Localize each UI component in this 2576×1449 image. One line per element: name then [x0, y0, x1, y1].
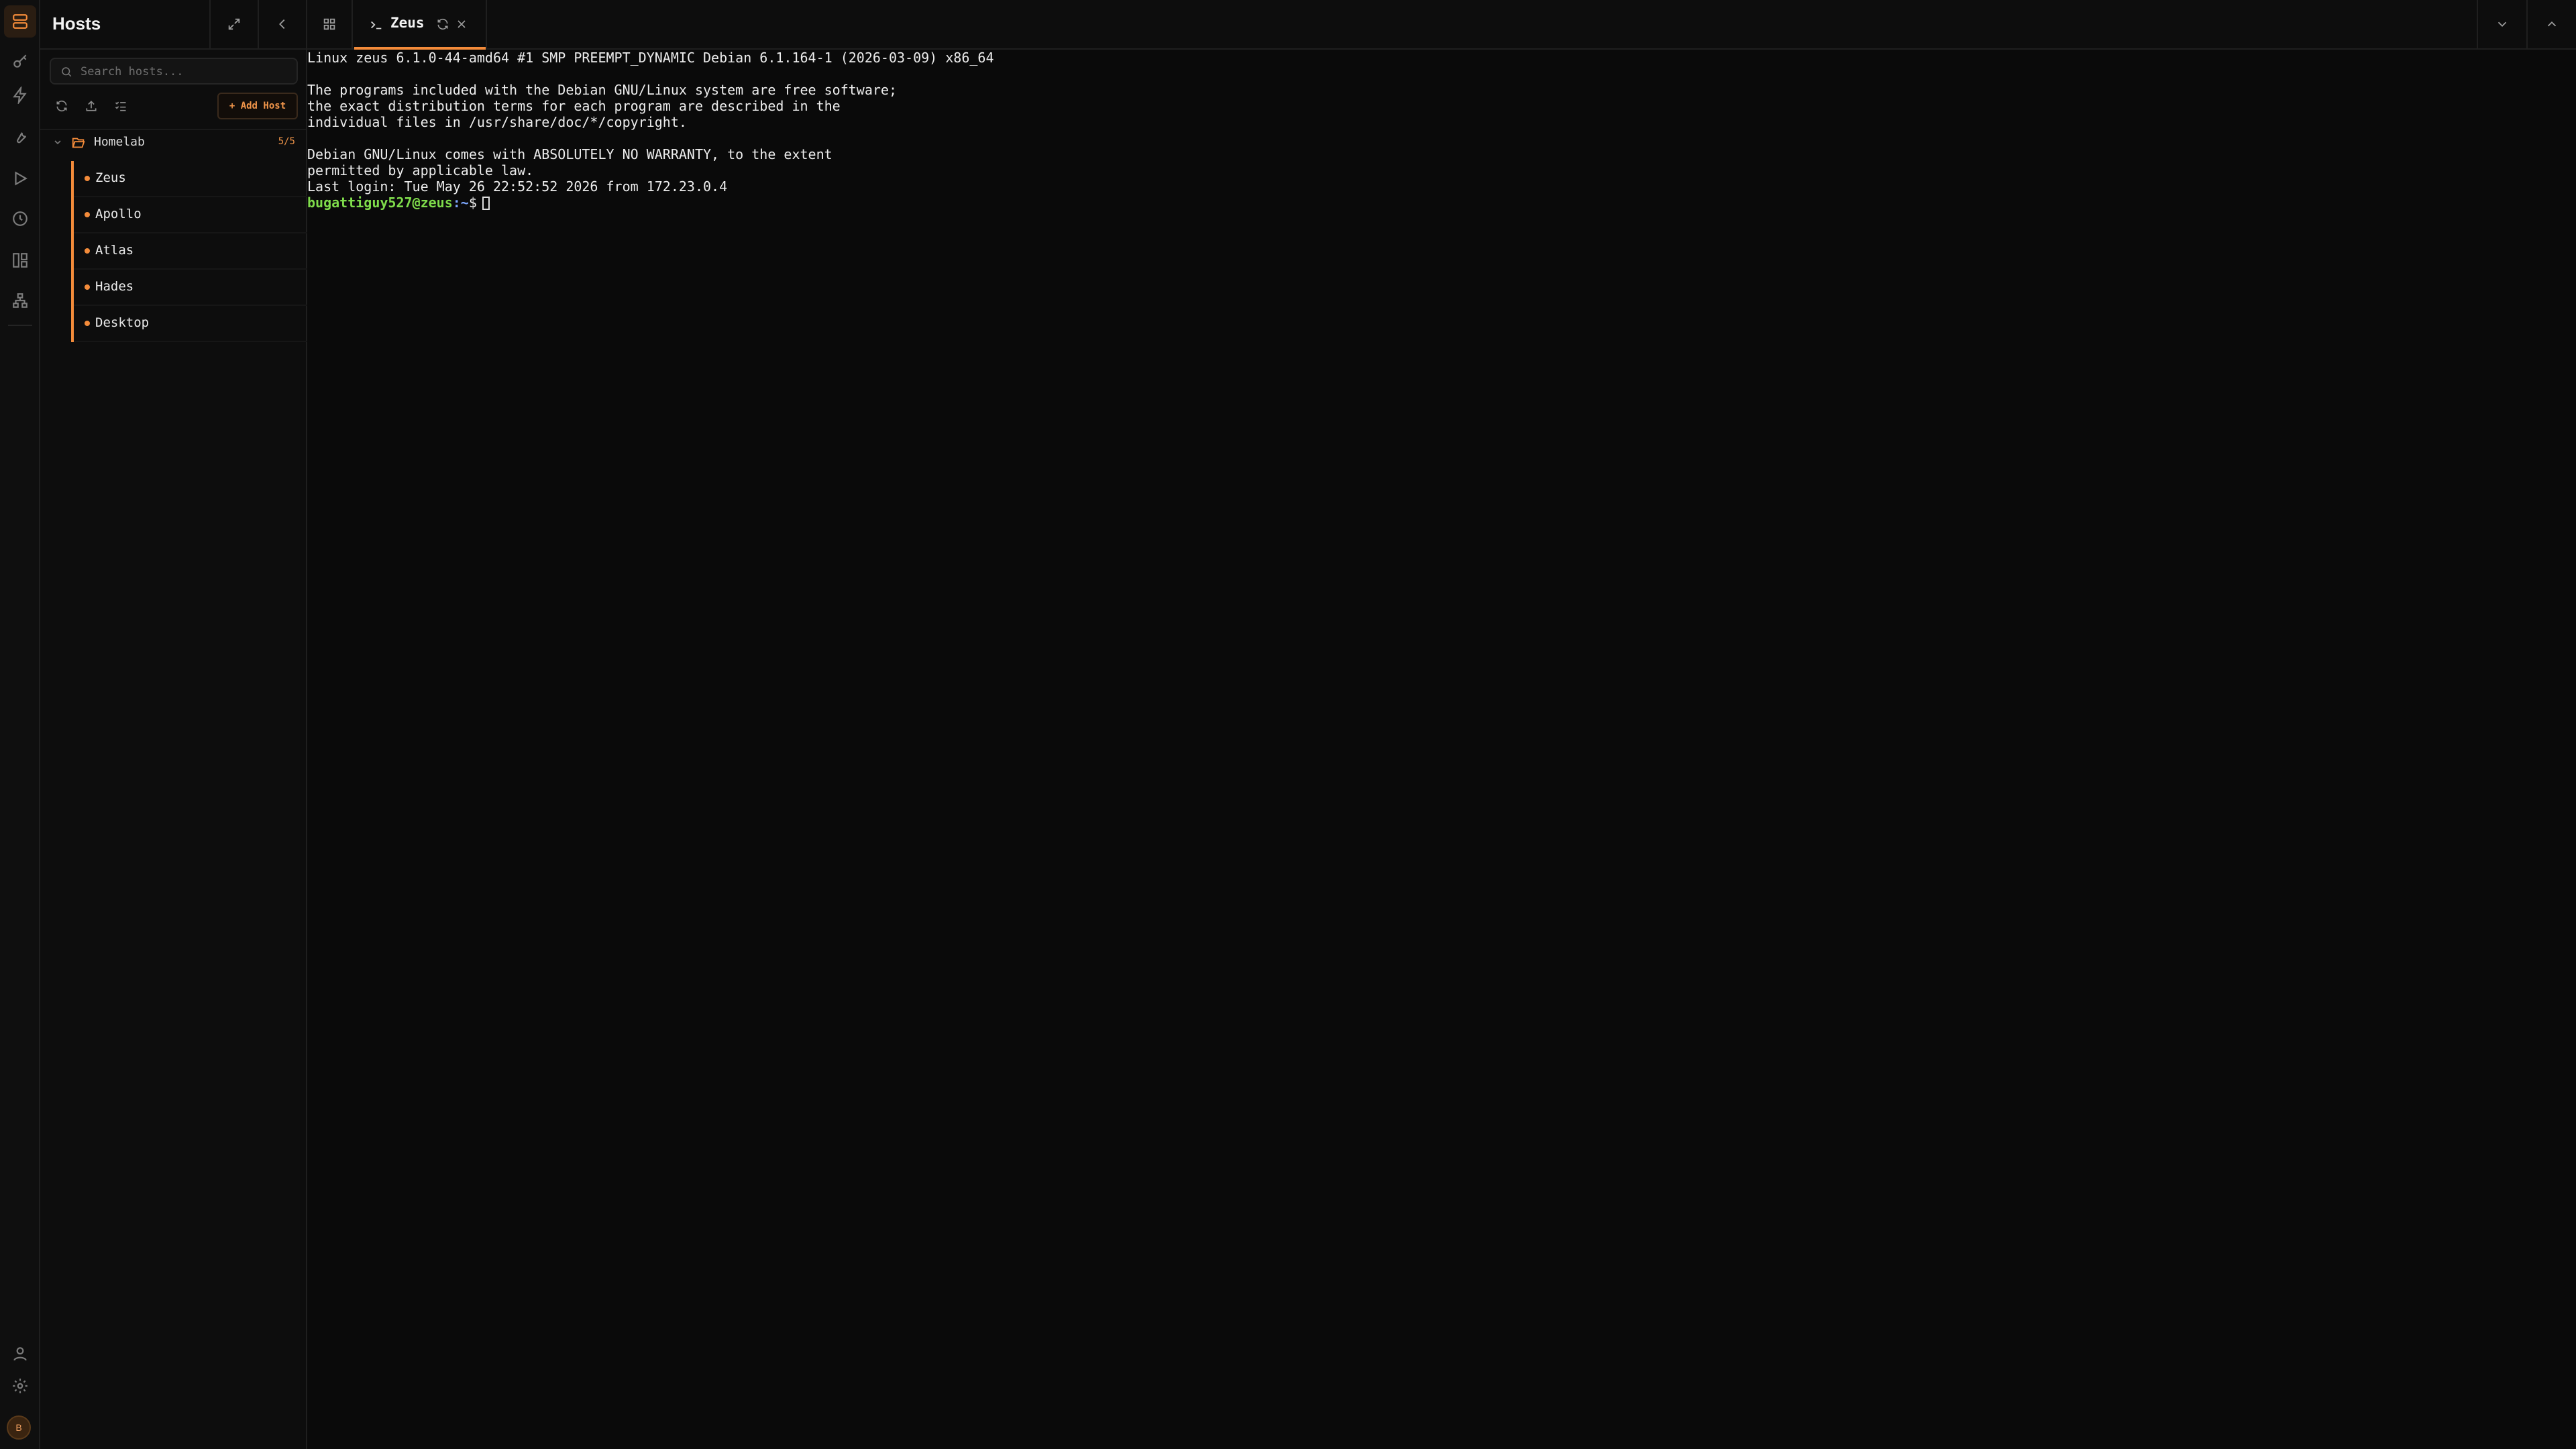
terminal-line: permitted by applicable law. [307, 162, 534, 178]
host-name: Apollo [95, 207, 142, 221]
search-icon [62, 67, 72, 77]
host-name: Hades [95, 279, 134, 294]
chevron-down-icon [54, 140, 61, 145]
select-list-icon[interactable] [109, 94, 133, 118]
sidebar-toolbar: + Add Host [50, 93, 298, 119]
expand-icon[interactable] [209, 0, 258, 48]
host-name: Desktop [95, 315, 150, 330]
network-icon[interactable] [4, 284, 36, 317]
status-dot [85, 248, 90, 254]
terminal-cursor [482, 197, 490, 210]
search-field[interactable] [50, 58, 298, 85]
hosts-icon[interactable] [4, 5, 36, 38]
tab-label: Zeus [390, 15, 425, 31]
terminal-line: Linux zeus 6.1.0-44-amd64 #1 SMP PREEMPT… [307, 50, 994, 66]
avatar[interactable]: B [7, 1415, 31, 1440]
terminal-line: individual files in /usr/share/doc/*/cop… [307, 114, 687, 130]
chevron-down-icon[interactable] [2477, 0, 2526, 48]
dashboard-icon[interactable] [4, 244, 36, 276]
prompt-path: :~ [452, 195, 469, 211]
tab-zeus[interactable]: Zeus [354, 0, 487, 50]
wrench-icon[interactable] [4, 121, 36, 153]
host-item-atlas[interactable]: Atlas [74, 233, 309, 270]
terminal-icon [371, 21, 382, 30]
host-item-hades[interactable]: Hades [74, 270, 309, 306]
folder-open-icon [72, 138, 85, 148]
prompt-symbol: $ [468, 195, 477, 211]
status-dot [85, 176, 90, 181]
activity-rail: B [0, 0, 40, 1449]
rail-divider [8, 325, 32, 326]
add-host-button[interactable]: + Add Host [217, 93, 298, 119]
terminal-line: Debian GNU/Linux comes with ABSOLUTELY N… [307, 146, 833, 162]
collapse-sidebar-icon[interactable] [258, 0, 306, 48]
host-name: Atlas [95, 243, 134, 258]
tab-bar: Zeus [307, 0, 2576, 50]
host-item-apollo[interactable]: Apollo [74, 197, 309, 233]
history-icon[interactable] [4, 203, 36, 235]
close-icon[interactable] [455, 17, 468, 31]
prompt-user-host: bugattiguy527@zeus [307, 195, 453, 211]
refresh-icon[interactable] [50, 94, 74, 118]
sidebar-header: Hosts [40, 0, 306, 50]
folder-count: 5/5 [278, 136, 295, 147]
hosts-sidebar: Hosts + Add Host Homelab 5/5 Zeus [40, 0, 309, 1449]
upload-icon[interactable] [79, 94, 103, 118]
search-input[interactable] [79, 62, 290, 82]
grid-layout-icon[interactable] [307, 0, 353, 48]
host-name: Zeus [95, 170, 126, 185]
host-item-desktop[interactable]: Desktop [74, 306, 309, 342]
divider [40, 129, 306, 130]
host-list: Zeus Apollo Atlas Hades Desktop [71, 161, 309, 342]
reconnect-icon[interactable] [436, 17, 449, 31]
status-dot [85, 321, 90, 326]
terminal-line: the exact distribution terms for each pr… [307, 98, 841, 114]
terminal-line: Last login: Tue May 26 22:52:52 2026 fro… [307, 178, 728, 195]
user-icon[interactable] [4, 1338, 36, 1370]
sidebar-title: Hosts [52, 13, 101, 34]
key-icon[interactable] [4, 46, 36, 78]
play-icon[interactable] [4, 162, 36, 195]
status-dot [85, 212, 90, 217]
host-item-zeus[interactable]: Zeus [74, 161, 309, 197]
chevron-up-icon[interactable] [2526, 0, 2576, 48]
terminal-output[interactable]: Linux zeus 6.1.0-44-amd64 #1 SMP PREEMPT… [307, 50, 2576, 1449]
gear-icon[interactable] [4, 1370, 36, 1402]
status-dot [85, 284, 90, 290]
terminal-line: The programs included with the Debian GN… [307, 82, 897, 98]
lightning-icon[interactable] [4, 79, 36, 111]
terminal-prompt[interactable]: bugattiguy527@zeus:~$ [307, 195, 2576, 211]
folder-homelab[interactable]: Homelab 5/5 [40, 133, 306, 153]
folder-name: Homelab [94, 135, 145, 149]
